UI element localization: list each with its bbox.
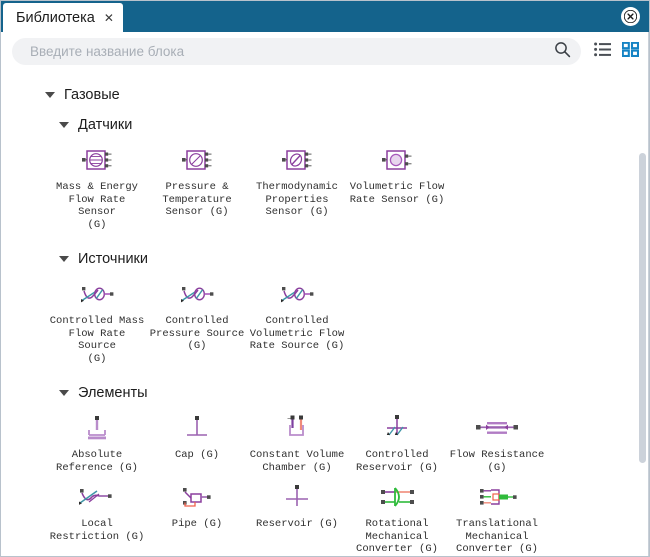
group-label: Датчики [78,117,133,133]
block-label: Rotational Mechanical Converter (G) [356,518,438,555]
scrollbar-track[interactable] [638,73,647,552]
block-item[interactable]: Controlled Pressure Source (G) [147,277,247,365]
scroll-inner: Газовые Датчики Mass & Energy Flow Rate … [1,71,649,556]
pipe-icon [167,480,227,514]
block-label: Flow Resistance (G) [449,449,545,474]
block-label: Constant Volume Chamber (G) [249,449,345,474]
block-label: Controlled Volumetric Flow Rate Source (… [249,315,345,352]
group-label: Источники [78,251,149,267]
group-header-sources[interactable]: Источники [59,251,649,267]
library-content: Газовые Датчики Mass & Energy Flow Rate … [1,71,649,556]
volumetric-flow-rate-sensor-icon [367,143,427,177]
controlled-mass-flow-rate-source-icon [67,277,127,311]
block-grid-elements: Absolute Reference (G) Cap (G) Constant … [47,411,607,556]
chevron-down-icon [45,92,55,98]
scrollbar-thumb[interactable] [639,153,646,463]
block-item[interactable]: Mass & Energy Flow Rate Sensor (G) [47,143,147,231]
chevron-down-icon [59,390,69,396]
cap-icon [167,411,227,445]
reservoir-icon [267,480,327,514]
thermodynamic-properties-sensor-icon [267,143,327,177]
translational-mechanical-converter-icon [467,480,527,514]
search-input[interactable] [28,43,548,60]
block-label: Thermodynamic Properties Sensor (G) [256,181,338,218]
group-header-sensors[interactable]: Датчики [59,117,649,133]
group-label: Газовые [64,87,120,103]
tab-library[interactable]: Библиотека ✕ [3,3,123,32]
block-item[interactable]: Pressure & Temperature Sensor (G) [147,143,247,231]
block-label: Controlled Mass Flow Rate Source (G) [49,315,145,365]
title-bar: Библиотека ✕ [1,1,649,32]
block-label: Local Restriction (G) [49,518,145,543]
constant-volume-chamber-icon [267,411,327,445]
controlled-pressure-source-icon [167,277,227,311]
block-item[interactable]: Reservoir (G) [247,480,347,556]
flow-resistance-icon [467,411,527,445]
grid-view-icon[interactable] [621,41,640,62]
block-item[interactable]: Local Restriction (G) [47,480,147,556]
tab-label: Библиотека [16,9,95,26]
block-label: Controlled Reservoir (G) [356,449,438,474]
group-header-elements[interactable]: Элементы [59,385,649,401]
controlled-volumetric-flow-rate-source-icon [267,277,327,311]
block-item[interactable]: Constant Volume Chamber (G) [247,411,347,474]
block-label: Controlled Pressure Source (G) [149,315,245,352]
block-label: Volumetric Flow Rate Sensor (G) [349,181,445,206]
block-label: Absolute Reference (G) [56,449,138,474]
block-item[interactable]: Rotational Mechanical Converter (G) [347,480,447,556]
group-header-gas[interactable]: Газовые [45,87,649,103]
block-label: Cap (G) [174,449,220,461]
close-icon[interactable] [621,7,640,26]
tab-close-icon[interactable]: ✕ [104,12,114,24]
list-view-icon[interactable] [594,42,611,62]
block-item[interactable]: Controlled Mass Flow Rate Source (G) [47,277,147,365]
block-label: Mass & Energy Flow Rate Sensor (G) [56,181,138,231]
panel-right-border [648,32,649,556]
view-toggle-group [594,41,640,62]
block-label: Pipe (G) [171,518,223,530]
block-grid-sources: Controlled Mass Flow Rate Source (G) Con… [47,277,607,371]
library-window: Библиотека ✕ Введите название блока Газо… [0,0,650,557]
block-label: Translational Mechanical Converter (G) [456,518,538,555]
absolute-reference-icon [67,411,127,445]
block-label: Reservoir (G) [256,518,338,530]
block-item[interactable]: Pipe (G) [147,480,247,556]
block-grid-sensors: Mass & Energy Flow Rate Sensor (G) Press… [47,143,607,237]
local-restriction-icon [67,480,127,514]
pressure-temperature-sensor-icon [167,143,227,177]
block-item[interactable]: Flow Resistance (G) [447,411,547,474]
controlled-reservoir-icon [367,411,427,445]
rotational-mechanical-converter-icon [367,480,427,514]
block-label: Pressure & Temperature Sensor (G) [162,181,232,218]
group-label: Элементы [78,385,148,401]
block-item[interactable]: Volumetric Flow Rate Sensor (G) [347,143,447,231]
search-field[interactable] [12,38,581,65]
chevron-down-icon [59,256,69,262]
block-item[interactable]: Translational Mechanical Converter (G) [447,480,547,556]
chevron-down-icon [59,122,69,128]
block-item[interactable]: Absolute Reference (G) [47,411,147,474]
block-item[interactable]: Cap (G) [147,411,247,474]
search-icon[interactable] [554,41,571,63]
mass-energy-flow-rate-sensor-icon [67,143,127,177]
block-item[interactable]: Thermodynamic Properties Sensor (G) [247,143,347,231]
block-item[interactable]: Controlled Reservoir (G) [347,411,447,474]
search-bar [1,32,649,71]
block-item[interactable]: Controlled Volumetric Flow Rate Source (… [247,277,347,365]
